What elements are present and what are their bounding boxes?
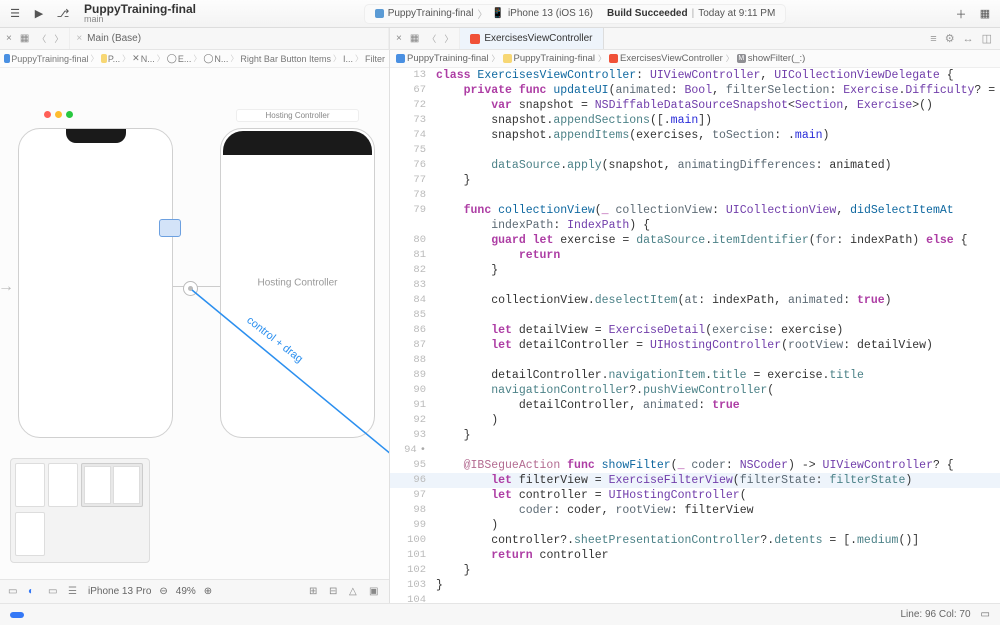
close-icon[interactable]: ×: [396, 33, 402, 44]
segue-connector[interactable]: [183, 281, 198, 296]
code-line[interactable]: 88: [390, 353, 1000, 368]
grid-icon[interactable]: ▦: [20, 33, 29, 44]
code-line[interactable]: 95 @IBSegueAction func showFilter(_ code…: [390, 458, 1000, 473]
grid-icon[interactable]: ▦: [410, 33, 419, 44]
code-line[interactable]: 82 }: [390, 263, 1000, 278]
align-icon[interactable]: ⊞: [309, 586, 321, 598]
forward-icon[interactable]: 〉: [444, 32, 453, 45]
split-icon[interactable]: ◫: [982, 32, 992, 45]
toolbar: ☰ ▶ ⎇ PuppyTraining-final main PuppyTrai…: [0, 0, 1000, 28]
entry-arrow: →: [0, 278, 14, 296]
resolve-icon[interactable]: △: [349, 586, 361, 598]
embed-icon[interactable]: ▣: [369, 586, 381, 598]
code-line[interactable]: 79 func collectionView(_ collectionView:…: [390, 203, 1000, 218]
filter-bar-button[interactable]: [159, 219, 181, 237]
project-title[interactable]: PuppyTraining-final main: [84, 3, 196, 24]
code-line[interactable]: 13class ExercisesViewController: UIViewC…: [390, 68, 1000, 83]
code-editor-panel: PuppyTraining-final〉 PuppyTraining-final…: [390, 50, 1000, 603]
ib-canvas[interactable]: → Hosting Controller Hosting Controller: [0, 68, 389, 603]
device-selector[interactable]: iPhone 13 Pro: [88, 586, 151, 597]
run-button[interactable]: ▶: [32, 7, 46, 21]
code-line[interactable]: 76 dataSource.apply(snapshot, animatingD…: [390, 158, 1000, 173]
zoom-level[interactable]: 49%: [176, 586, 196, 597]
tab-main-base[interactable]: × Main (Base): [70, 28, 389, 49]
pin-icon[interactable]: ⊟: [329, 586, 341, 598]
code-line[interactable]: 86 let detailView = ExerciseDetail(exerc…: [390, 323, 1000, 338]
code-line[interactable]: 96 let filterView = ExerciseFilterView(f…: [390, 473, 1000, 488]
code-line[interactable]: 103}: [390, 578, 1000, 593]
code-line[interactable]: 74 snapshot.appendItems(exercises, toSec…: [390, 128, 1000, 143]
right-tab-controls[interactable]: × ▦ 〈 〉: [390, 28, 460, 49]
code-line[interactable]: 84 collectionView.deselectItem(at: index…: [390, 293, 1000, 308]
sidebar-toggle-icon[interactable]: ☰: [8, 7, 22, 21]
code-line[interactable]: 85: [390, 308, 1000, 323]
code-line[interactable]: indexPath: IndexPath) {: [390, 218, 1000, 233]
code-line[interactable]: 73 snapshot.appendSections([.main]): [390, 113, 1000, 128]
tab-exercises-vc[interactable]: ExercisesViewController: [460, 28, 603, 49]
code-line[interactable]: 100 controller?.sheetPresentationControl…: [390, 533, 1000, 548]
ib-jump-bar[interactable]: PuppyTraining-final〉 P...〉 ✕N...〉 ◯E...〉…: [0, 50, 389, 68]
code-line[interactable]: 67 private func updateUI(animated: Bool,…: [390, 83, 1000, 98]
ib-bottom-bar: ▭ ◐ ▭ ☰ iPhone 13 Pro ⊖ 49% ⊕ ⊞ ⊟ △ ▣: [0, 579, 389, 603]
library-icon[interactable]: ▦: [978, 7, 992, 21]
code-line[interactable]: 99 ): [390, 518, 1000, 533]
doc-icon[interactable]: ▭: [48, 586, 60, 598]
code-line[interactable]: 93 }: [390, 428, 1000, 443]
forward-icon[interactable]: 〉: [54, 32, 63, 45]
code-line[interactable]: 94: [390, 443, 1000, 458]
code-line[interactable]: 104: [390, 593, 1000, 603]
status-bar: Line: 96 Col: 70 ▭: [0, 603, 1000, 625]
review-icon[interactable]: ↔: [963, 33, 974, 45]
code-line[interactable]: 72 var snapshot = NSDiffableDataSourceSn…: [390, 98, 1000, 113]
zoom-in-icon[interactable]: ⊕: [204, 586, 212, 597]
code-line[interactable]: 87 let detailController = UIHostingContr…: [390, 338, 1000, 353]
adjust-icon[interactable]: ⚙: [945, 32, 955, 45]
back-icon[interactable]: 〈: [427, 32, 436, 45]
code-line[interactable]: 77 }: [390, 173, 1000, 188]
add-icon[interactable]: ＋: [954, 7, 968, 21]
activity-status[interactable]: PuppyTraining-final 〉 📱 iPhone 13 (iOS 1…: [364, 4, 787, 24]
code-line[interactable]: 83: [390, 278, 1000, 293]
code-line[interactable]: 101 return controller: [390, 548, 1000, 563]
close-icon[interactable]: ×: [6, 33, 12, 44]
cursor-position: Line: 96 Col: 70: [900, 609, 970, 620]
interface-builder-panel: PuppyTraining-final〉 P...〉 ✕N...〉 ◯E...〉…: [0, 50, 390, 603]
zoom-out-icon[interactable]: ⊖: [159, 586, 167, 597]
hosting-controller-label: Hosting Controller: [221, 278, 374, 289]
code-line[interactable]: 91 detailController, animated: true: [390, 398, 1000, 413]
scene-thumbnails[interactable]: [10, 458, 150, 563]
code-line[interactable]: 75: [390, 143, 1000, 158]
code-line[interactable]: 97 let controller = UIHostingController(: [390, 488, 1000, 503]
left-tab-controls[interactable]: × ▦ 〈 〉: [0, 28, 70, 49]
code-line[interactable]: 90 navigationController?.pushViewControl…: [390, 383, 1000, 398]
adjust-icon[interactable]: ◐: [28, 586, 40, 598]
back-icon[interactable]: 〈: [37, 32, 46, 45]
swift-file-icon: [470, 34, 480, 44]
scheme-icon[interactable]: ⎇: [56, 7, 70, 21]
code-line[interactable]: 78: [390, 188, 1000, 203]
editor-jump-bar[interactable]: PuppyTraining-final〉 PuppyTraining-final…: [390, 50, 1000, 68]
code-editor[interactable]: 13class ExercisesViewController: UIViewC…: [390, 68, 1000, 603]
storyboard-scene-hosting[interactable]: Hosting Controller Hosting Controller: [220, 128, 375, 438]
code-line[interactable]: 102 }: [390, 563, 1000, 578]
code-line[interactable]: 80 guard let exercise = dataSource.itemI…: [390, 233, 1000, 248]
panel-toggle-icon[interactable]: ▭: [981, 609, 990, 620]
code-line[interactable]: 98 coder: coder, rootView: filterView: [390, 503, 1000, 518]
progress-indicator: [10, 612, 24, 618]
scene-title: Hosting Controller: [236, 109, 359, 122]
minimap-icon[interactable]: ≡: [930, 33, 936, 45]
storyboard-scene-1[interactable]: [18, 128, 173, 438]
outline-icon[interactable]: ▭: [8, 586, 20, 598]
code-line[interactable]: 89 detailController.navigationItem.title…: [390, 368, 1000, 383]
code-line[interactable]: 81 return: [390, 248, 1000, 263]
hierarchy-icon[interactable]: ☰: [68, 586, 80, 598]
code-line[interactable]: 92 ): [390, 413, 1000, 428]
